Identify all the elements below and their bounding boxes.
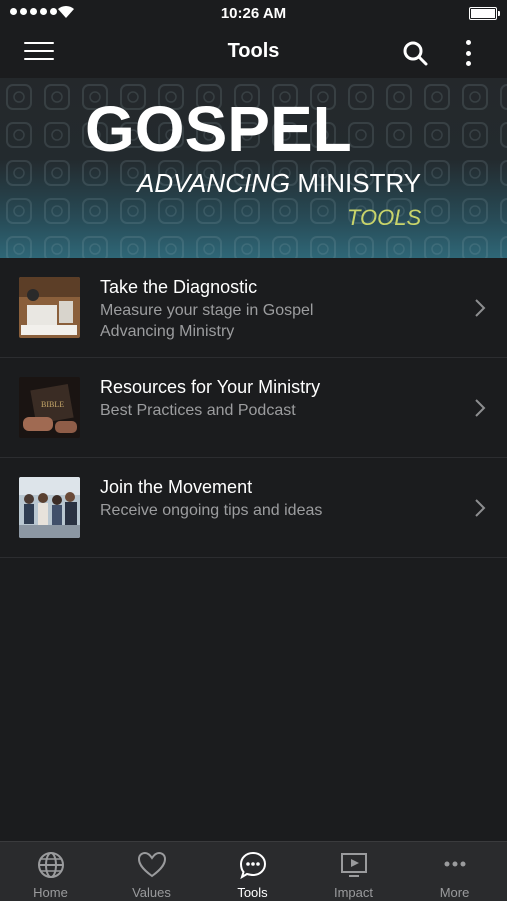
resources-thumbnail: BIBLE bbox=[19, 377, 80, 438]
globe-icon bbox=[38, 852, 64, 878]
movement-thumbnail bbox=[19, 477, 80, 538]
tab-home[interactable]: Home bbox=[0, 842, 101, 901]
item-subtitle: Best Practices and Podcast bbox=[100, 402, 296, 419]
tab-more[interactable]: More bbox=[404, 842, 505, 901]
svg-text:BIBLE: BIBLE bbox=[41, 400, 64, 409]
banner-subtitle: ADVANCING MINISTRY bbox=[137, 168, 422, 198]
battery-icon bbox=[469, 7, 500, 20]
tools-list: Take the Diagnostic Measure your stage i… bbox=[0, 258, 507, 558]
page-title: Tools bbox=[227, 40, 280, 62]
chevron-right-icon bbox=[475, 399, 486, 417]
list-item-movement[interactable]: Join the Movement Receive ongoing tips a… bbox=[0, 458, 507, 558]
heart-icon bbox=[137, 851, 167, 878]
play-screen-icon bbox=[341, 853, 367, 877]
ellipsis-icon bbox=[444, 861, 466, 867]
tab-label: More bbox=[439, 885, 470, 900]
chat-bubble-icon bbox=[239, 851, 267, 880]
list-item-diagnostic[interactable]: Take the Diagnostic Measure your stage i… bbox=[0, 258, 507, 358]
chevron-right-icon bbox=[475, 299, 486, 317]
diagnostic-thumbnail bbox=[19, 277, 80, 338]
tab-label: Home bbox=[33, 885, 68, 900]
tab-impact[interactable]: Impact bbox=[303, 842, 404, 901]
item-subtitle: Measure your stage in Gospel Advancing M… bbox=[100, 302, 314, 340]
search-icon[interactable] bbox=[402, 40, 428, 66]
tab-label: Tools bbox=[237, 885, 268, 900]
item-subtitle: Receive ongoing tips and ideas bbox=[100, 502, 323, 519]
tools-banner: GOSPEL ADVANCING MINISTRY TOOLS bbox=[0, 78, 507, 258]
list-item-resources[interactable]: BIBLE Resources for Your Ministry Best P… bbox=[0, 358, 507, 458]
tab-label: Values bbox=[132, 885, 171, 900]
more-options-icon[interactable] bbox=[462, 40, 474, 66]
item-title: Resources for Your Ministry bbox=[100, 377, 321, 397]
status-time: 10:26 AM bbox=[220, 5, 287, 22]
tab-tools[interactable]: Tools bbox=[202, 842, 303, 901]
banner-title: GOSPEL bbox=[85, 93, 352, 165]
tab-values[interactable]: Values bbox=[101, 842, 202, 901]
item-title: Take the Diagnostic bbox=[100, 277, 258, 297]
banner-tools-label: TOOLS bbox=[347, 205, 422, 230]
item-title: Join the Movement bbox=[100, 477, 253, 497]
status-bar: 10:26 AM bbox=[0, 0, 507, 26]
bottom-tab-bar: Home Values Tools Impact More bbox=[0, 841, 507, 901]
nav-bar: Tools bbox=[0, 26, 507, 78]
chevron-right-icon bbox=[475, 499, 486, 517]
tab-label: Impact bbox=[333, 885, 373, 900]
